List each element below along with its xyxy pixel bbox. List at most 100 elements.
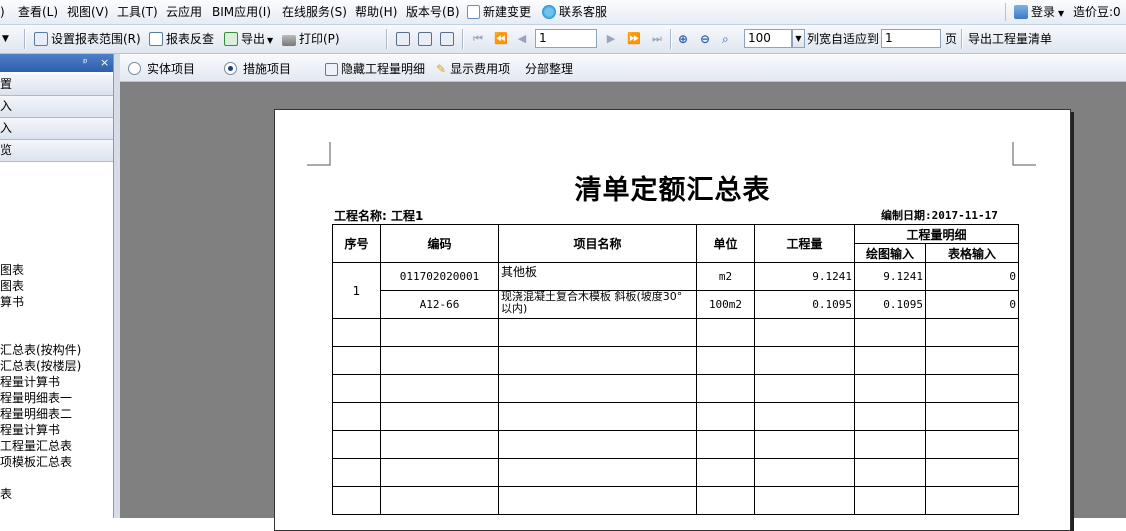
- cell-table-input: 0: [925, 262, 1019, 291]
- export-icon: [224, 32, 238, 46]
- left-tab-3[interactable]: 入: [0, 118, 113, 140]
- empty-row: [332, 402, 1019, 431]
- empty-row: [332, 346, 1019, 375]
- login-label: 登录: [1031, 5, 1056, 19]
- report-list-item[interactable]: 汇总表(按构件): [0, 343, 81, 358]
- menu-view[interactable]: 查看(L): [18, 4, 58, 20]
- print-preview-area[interactable]: 清单定额汇总表 工程名称: 工程1 编制日期:2017-11-17 序号 编码 …: [120, 82, 1126, 531]
- report-list-item[interactable]: 工程量汇总表: [0, 439, 72, 454]
- support-button[interactable]: 联系客服: [542, 4, 607, 20]
- report-list-item[interactable]: 程量明细表二: [0, 407, 72, 422]
- report-list-item[interactable]: 图表: [0, 279, 24, 294]
- report-list-item[interactable]: 算书: [0, 295, 24, 310]
- crop-mark-top-left: [307, 142, 331, 166]
- left-tab-1[interactable]: 置: [0, 74, 113, 96]
- table-row[interactable]: 1 011702020001 其他板 m2 9.1241 9.1241 0: [332, 262, 1019, 319]
- next-page-icon[interactable]: ▶: [605, 33, 617, 45]
- menu-cloud[interactable]: 云应用: [166, 4, 202, 20]
- menu-online[interactable]: 在线服务(S): [282, 4, 347, 20]
- set-range-label: 设置报表范围(R): [51, 32, 141, 46]
- next-fast-icon[interactable]: ⏩: [627, 33, 641, 45]
- single-page-view-button[interactable]: [396, 31, 413, 47]
- radio-unchecked-icon: [128, 62, 141, 75]
- report-check-label: 报表反查: [166, 32, 215, 46]
- export-bill-button[interactable]: 导出工程量清单: [968, 31, 1052, 47]
- cell-table-input: 0: [925, 290, 1019, 319]
- menu-version[interactable]: 版本号(B): [406, 4, 460, 20]
- left-tab-4[interactable]: 览: [0, 140, 113, 162]
- two-page-view-button[interactable]: [418, 31, 435, 47]
- report-list-item[interactable]: 程量计算书: [0, 423, 60, 438]
- page-suffix-label: 页: [945, 32, 958, 46]
- menu-divider: [1005, 3, 1006, 21]
- left-panel: ᵖ × 置 入 入 览 图表 图表 算书 汇总表(按构件) 汇总表(按楼层) 程…: [0, 54, 114, 518]
- menu-bim[interactable]: BIM应用(I): [212, 4, 271, 20]
- print-button[interactable]: 打印(P): [282, 31, 340, 47]
- set-range-button[interactable]: 设置报表范围(R): [34, 31, 141, 47]
- zoom-dropdown-icon[interactable]: ▼: [792, 29, 805, 48]
- zoom-out-icon[interactable]: ⊖: [700, 31, 710, 47]
- report-check-button[interactable]: 报表反查: [149, 31, 214, 47]
- prev-page-icon[interactable]: ◀: [516, 33, 528, 45]
- left-tab-2[interactable]: 入: [0, 96, 113, 118]
- project-name: 工程名称: 工程1: [334, 209, 424, 223]
- report-list-item[interactable]: 程量明细表一: [0, 391, 72, 406]
- first-page-icon[interactable]: ⏮: [472, 33, 484, 45]
- cell-code: 011702020001: [380, 262, 499, 291]
- menu-bar: ) 查看(L) 视图(V) 工具(T) 云应用 BIM应用(I) 在线服务(S)…: [0, 0, 1126, 25]
- cell-unit: m2: [696, 262, 755, 291]
- zoom-input[interactable]: [744, 29, 792, 48]
- options-bar: 实体项目 措施项目 隐藏工程量明细 ✎ 显示费用项 分部整理: [120, 55, 1126, 82]
- toolbar-separator: [961, 29, 963, 49]
- fit-pages-input[interactable]: [881, 29, 941, 48]
- report-list-item[interactable]: 程量计算书: [0, 375, 60, 390]
- user-icon: [1014, 5, 1028, 19]
- toolbar-separator: [462, 29, 464, 49]
- cell-name: 其他板: [498, 262, 697, 291]
- header-detail: 工程量明细: [854, 224, 1019, 244]
- report-title: 清单定额汇总表: [574, 175, 771, 206]
- magnifier-icon[interactable]: ⌕: [722, 31, 729, 47]
- report-table: 序号 编码 项目名称 单位 工程量 工程量明细 绘图输入 表格输入 1 0117…: [332, 224, 1019, 515]
- radio-checked-icon: [224, 62, 237, 75]
- report-toolbar: ▼ 设置报表范围(R) 报表反查 导出▼ 打印(P) ⏮ ⏪ ◀ ▶ ⏩ ⏭ ⊕…: [0, 25, 1126, 54]
- single-page-icon: [396, 32, 410, 46]
- menu-tools[interactable]: 工具(T): [117, 4, 158, 20]
- header-qty: 工程量: [754, 224, 855, 263]
- section-sort-button[interactable]: 分部整理: [525, 61, 573, 77]
- report-list-item[interactable]: 表: [0, 487, 12, 502]
- table-row[interactable]: A12-66 现浇混凝土复合木模板 斜板(坡度30° 以内) 100m2 0.1…: [333, 290, 1019, 319]
- support-label: 联系客服: [559, 5, 608, 19]
- hide-detail-label: 隐藏工程量明细: [341, 62, 426, 76]
- zoom-in-icon[interactable]: ⊕: [678, 31, 688, 47]
- hide-detail-button[interactable]: 隐藏工程量明细: [325, 61, 425, 77]
- report-list-item[interactable]: 项模板汇总表: [0, 455, 72, 470]
- pin-icon[interactable]: ᵖ: [83, 54, 88, 72]
- new-change-button[interactable]: 新建变更: [467, 4, 531, 20]
- login-button[interactable]: 登录 ▼: [1014, 4, 1064, 20]
- printer-icon: [282, 35, 296, 46]
- pencil-icon: ✎: [436, 62, 447, 76]
- multi-page-view-button[interactable]: [440, 31, 457, 47]
- toolbar-dropdown-icon[interactable]: ▼: [2, 31, 9, 47]
- cell-seq: 1: [332, 262, 381, 319]
- new-change-label: 新建变更: [483, 5, 532, 19]
- entity-project-radio[interactable]: 实体项目: [128, 61, 195, 77]
- prev-fast-icon[interactable]: ⏪: [494, 33, 508, 45]
- close-icon[interactable]: ×: [100, 54, 109, 72]
- toolbar-separator: [24, 29, 26, 49]
- measure-project-label: 措施项目: [243, 62, 292, 76]
- menu-fragment[interactable]: ): [0, 4, 5, 20]
- page-number-input[interactable]: [535, 29, 597, 48]
- menu-help[interactable]: 帮助(H): [355, 4, 397, 20]
- cell-name: 现浇混凝土复合木模板 斜板(坡度30° 以内): [498, 290, 697, 319]
- menu-window[interactable]: 视图(V): [67, 4, 109, 20]
- report-list-item[interactable]: 图表: [0, 263, 24, 278]
- measure-project-radio[interactable]: 措施项目: [224, 61, 291, 77]
- show-fee-button[interactable]: ✎ 显示费用项: [436, 61, 510, 77]
- chevron-down-icon: ▼: [1058, 9, 1065, 18]
- last-page-icon[interactable]: ⏭: [651, 33, 663, 45]
- report-list-item[interactable]: 汇总表(按楼层): [0, 359, 81, 374]
- headset-icon: [542, 5, 556, 19]
- export-button[interactable]: 导出 ▼: [224, 31, 273, 47]
